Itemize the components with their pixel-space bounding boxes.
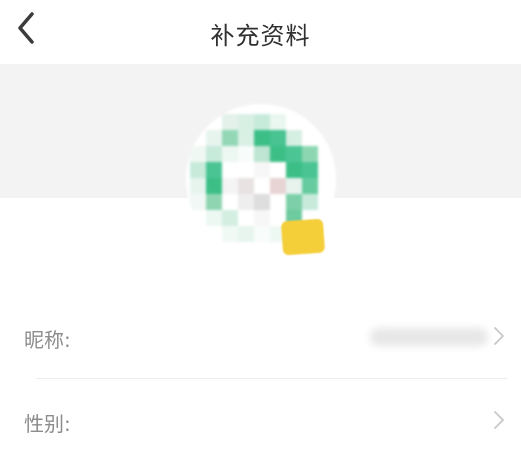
- chevron-right-icon: [494, 327, 504, 345]
- row-divider: [36, 378, 507, 379]
- page-title: 补充资料: [210, 22, 311, 50]
- nickname-label: 昵称:: [24, 328, 71, 352]
- chevron-right-icon: [494, 411, 504, 429]
- gender-row[interactable]: 性别:: [10, 386, 521, 456]
- nickname-row[interactable]: 昵称:: [10, 302, 521, 372]
- avatar-badge[interactable]: [280, 218, 326, 256]
- gender-label: 性别:: [24, 412, 71, 436]
- top-navigation-bar: 补充资料: [0, 0, 521, 64]
- nickname-value-blurred: [370, 328, 488, 346]
